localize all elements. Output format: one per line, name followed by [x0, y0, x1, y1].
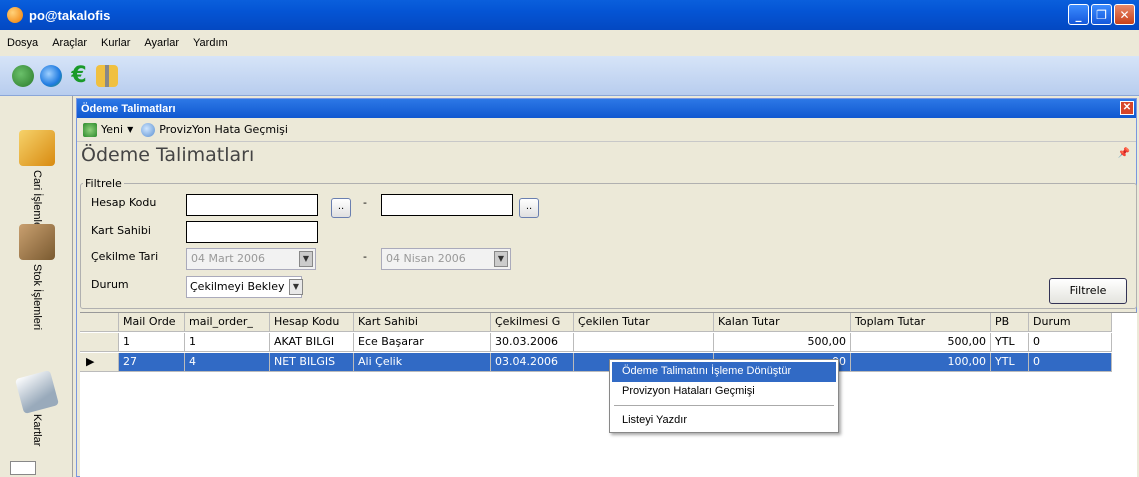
- grid-header-row: Mail Orde mail_order_ Hesap Kodu Kart Sa…: [80, 313, 1112, 332]
- table-cell[interactable]: AKAT BILGI: [270, 333, 354, 352]
- table-cell[interactable]: 500,00: [714, 333, 851, 352]
- table-cell[interactable]: NET BILGIS: [270, 353, 354, 372]
- currency-exchange-icon[interactable]: [12, 64, 34, 87]
- sidebar-item-stok[interactable]: Stok İşlemleri: [12, 224, 62, 330]
- table-cell[interactable]: 100,00: [851, 353, 991, 372]
- euro-icon[interactable]: €: [68, 64, 90, 87]
- search-icon: [141, 122, 156, 137]
- context-print-list[interactable]: Listeyi Yazdır: [610, 411, 838, 431]
- column-header[interactable]: mail_order_: [185, 313, 270, 332]
- column-header[interactable]: Toplam Tutar: [851, 313, 991, 332]
- sidebar-item-kartlar[interactable]: Kartlar: [12, 369, 62, 447]
- hesap-kodu-label: Hesap Kodu: [91, 196, 157, 209]
- filter-legend: Filtrele: [85, 177, 122, 190]
- table-cell[interactable]: Ece Başarar: [354, 333, 491, 352]
- window-title: po@takalofis: [29, 7, 111, 23]
- durum-label: Durum: [91, 278, 129, 291]
- sidebar-item-label: Cari İşlemler: [31, 170, 43, 232]
- cekilme-tarihi-label: Çekilme Tari: [91, 250, 159, 263]
- column-header[interactable]: Çekilmesi G: [491, 313, 574, 332]
- column-header[interactable]: Çekilen Tutar: [574, 313, 714, 332]
- row-pointer-icon[interactable]: ▶: [80, 353, 119, 372]
- chevron-down-icon[interactable]: ▼: [127, 125, 133, 134]
- child-toolbar: Yeni ▼ ProvizYon Hata Geçmişi: [77, 118, 1136, 142]
- new-button[interactable]: Yeni: [101, 123, 123, 136]
- table-cell[interactable]: [574, 333, 714, 352]
- table-cell[interactable]: 1: [185, 333, 270, 352]
- table-cell[interactable]: 27: [119, 353, 185, 372]
- menu-dosya[interactable]: Dosya: [0, 37, 45, 49]
- chevron-down-icon[interactable]: ▼: [299, 251, 313, 267]
- app-icon: [7, 7, 23, 23]
- column-header[interactable]: Kalan Tutar: [714, 313, 851, 332]
- child-title: Ödeme Talimatları: [81, 102, 176, 115]
- sidebar-item-cari[interactable]: Cari İşlemler: [12, 130, 62, 232]
- table-row-selected[interactable]: ▶ 27 4 NET BILGIS Ali Çelik 03.04.2006 0…: [80, 353, 1112, 372]
- tools-icon[interactable]: [96, 64, 118, 87]
- context-convert-to-transaction[interactable]: Ödeme Talimatını İşleme Dönüştür: [612, 362, 836, 382]
- minimize-button[interactable]: _: [1068, 4, 1089, 25]
- accounts-icon[interactable]: [10, 461, 36, 475]
- sidebar-item-label: Kartlar: [31, 414, 43, 447]
- column-header[interactable]: PB: [991, 313, 1029, 332]
- sidebar-item-label: Stok İşlemleri: [31, 264, 43, 331]
- sidebar: Cari İşlemler Stok İşlemleri Kartlar: [0, 96, 73, 477]
- table-cell[interactable]: 4: [185, 353, 270, 372]
- table-cell[interactable]: 0: [1029, 333, 1112, 352]
- table-cell[interactable]: Ali Çelik: [354, 353, 491, 372]
- context-menu: Ödeme Talimatını İşleme Dönüştür Provizy…: [609, 359, 839, 433]
- table-cell[interactable]: YTL: [991, 333, 1029, 352]
- kart-sahibi-label: Kart Sahibi: [91, 224, 151, 237]
- main-toolbar: €: [0, 56, 1139, 96]
- panel-header: Ödeme Talimatları 📌: [77, 142, 1136, 168]
- card-icon: [14, 369, 60, 415]
- row-header-corner: [80, 313, 119, 332]
- window-titlebar: po@takalofis _ ❐ ✕: [0, 0, 1139, 30]
- context-provision-errors-history[interactable]: Provizyon Hataları Geçmişi: [610, 382, 838, 402]
- table-cell[interactable]: 1: [119, 333, 185, 352]
- child-titlebar: Ödeme Talimatları ✕: [77, 99, 1136, 118]
- menu-araclar[interactable]: Araçlar: [45, 37, 94, 49]
- table-cell[interactable]: YTL: [991, 353, 1029, 372]
- page-title: Ödeme Talimatları: [81, 144, 255, 166]
- column-header[interactable]: Durum: [1029, 313, 1112, 332]
- column-header[interactable]: Kart Sahibi: [354, 313, 491, 332]
- restore-button[interactable]: ❐: [1091, 4, 1112, 25]
- child-close-button[interactable]: ✕: [1120, 101, 1134, 115]
- provision-history-button[interactable]: ProvizYon Hata Geçmişi: [159, 123, 288, 136]
- date-from-picker[interactable]: 04 Mart 2006: [186, 248, 316, 270]
- durum-select[interactable]: Çekilmeyi Bekley: [186, 276, 302, 298]
- column-header[interactable]: Mail Orde: [119, 313, 185, 332]
- table-cell[interactable]: 30.03.2006: [491, 333, 574, 352]
- kart-sahibi-input[interactable]: [186, 221, 318, 243]
- hesap-kodu-to-input[interactable]: [381, 194, 513, 216]
- row-header[interactable]: [80, 333, 119, 352]
- table-row[interactable]: 1 1 AKAT BILGI Ece Başarar 30.03.2006 50…: [80, 333, 1112, 352]
- filter-button[interactable]: Filtrele: [1049, 278, 1127, 304]
- table-cell[interactable]: 500,00: [851, 333, 991, 352]
- menu-bar: Dosya Araçlar Kurlar Ayarlar Yardım: [0, 30, 1139, 56]
- range-dash: -: [363, 250, 367, 263]
- globe-icon[interactable]: [40, 64, 62, 87]
- table-cell[interactable]: 0: [1029, 353, 1112, 372]
- new-icon: [83, 122, 97, 137]
- table-cell[interactable]: 03.04.2006: [491, 353, 574, 372]
- date-to-picker[interactable]: 04 Nisan 2006: [381, 248, 511, 270]
- column-header[interactable]: Hesap Kodu: [270, 313, 354, 332]
- pin-icon[interactable]: 📌: [1118, 148, 1130, 159]
- menu-yardim[interactable]: Yardım: [186, 37, 235, 49]
- hand-truck-icon: [19, 224, 55, 260]
- menu-ayarlar[interactable]: Ayarlar: [137, 37, 186, 49]
- close-button[interactable]: ✕: [1114, 4, 1135, 25]
- range-dash: -: [363, 196, 367, 209]
- chevron-down-icon[interactable]: ▼: [494, 251, 508, 267]
- box-icon: [19, 130, 55, 166]
- hesap-kodu-from-browse-button[interactable]: ..: [331, 198, 351, 218]
- hesap-kodu-to-browse-button[interactable]: ..: [519, 198, 539, 218]
- context-separator: [614, 405, 834, 406]
- menu-kurlar[interactable]: Kurlar: [94, 37, 137, 49]
- hesap-kodu-from-input[interactable]: [186, 194, 318, 216]
- chevron-down-icon[interactable]: ▼: [289, 279, 303, 295]
